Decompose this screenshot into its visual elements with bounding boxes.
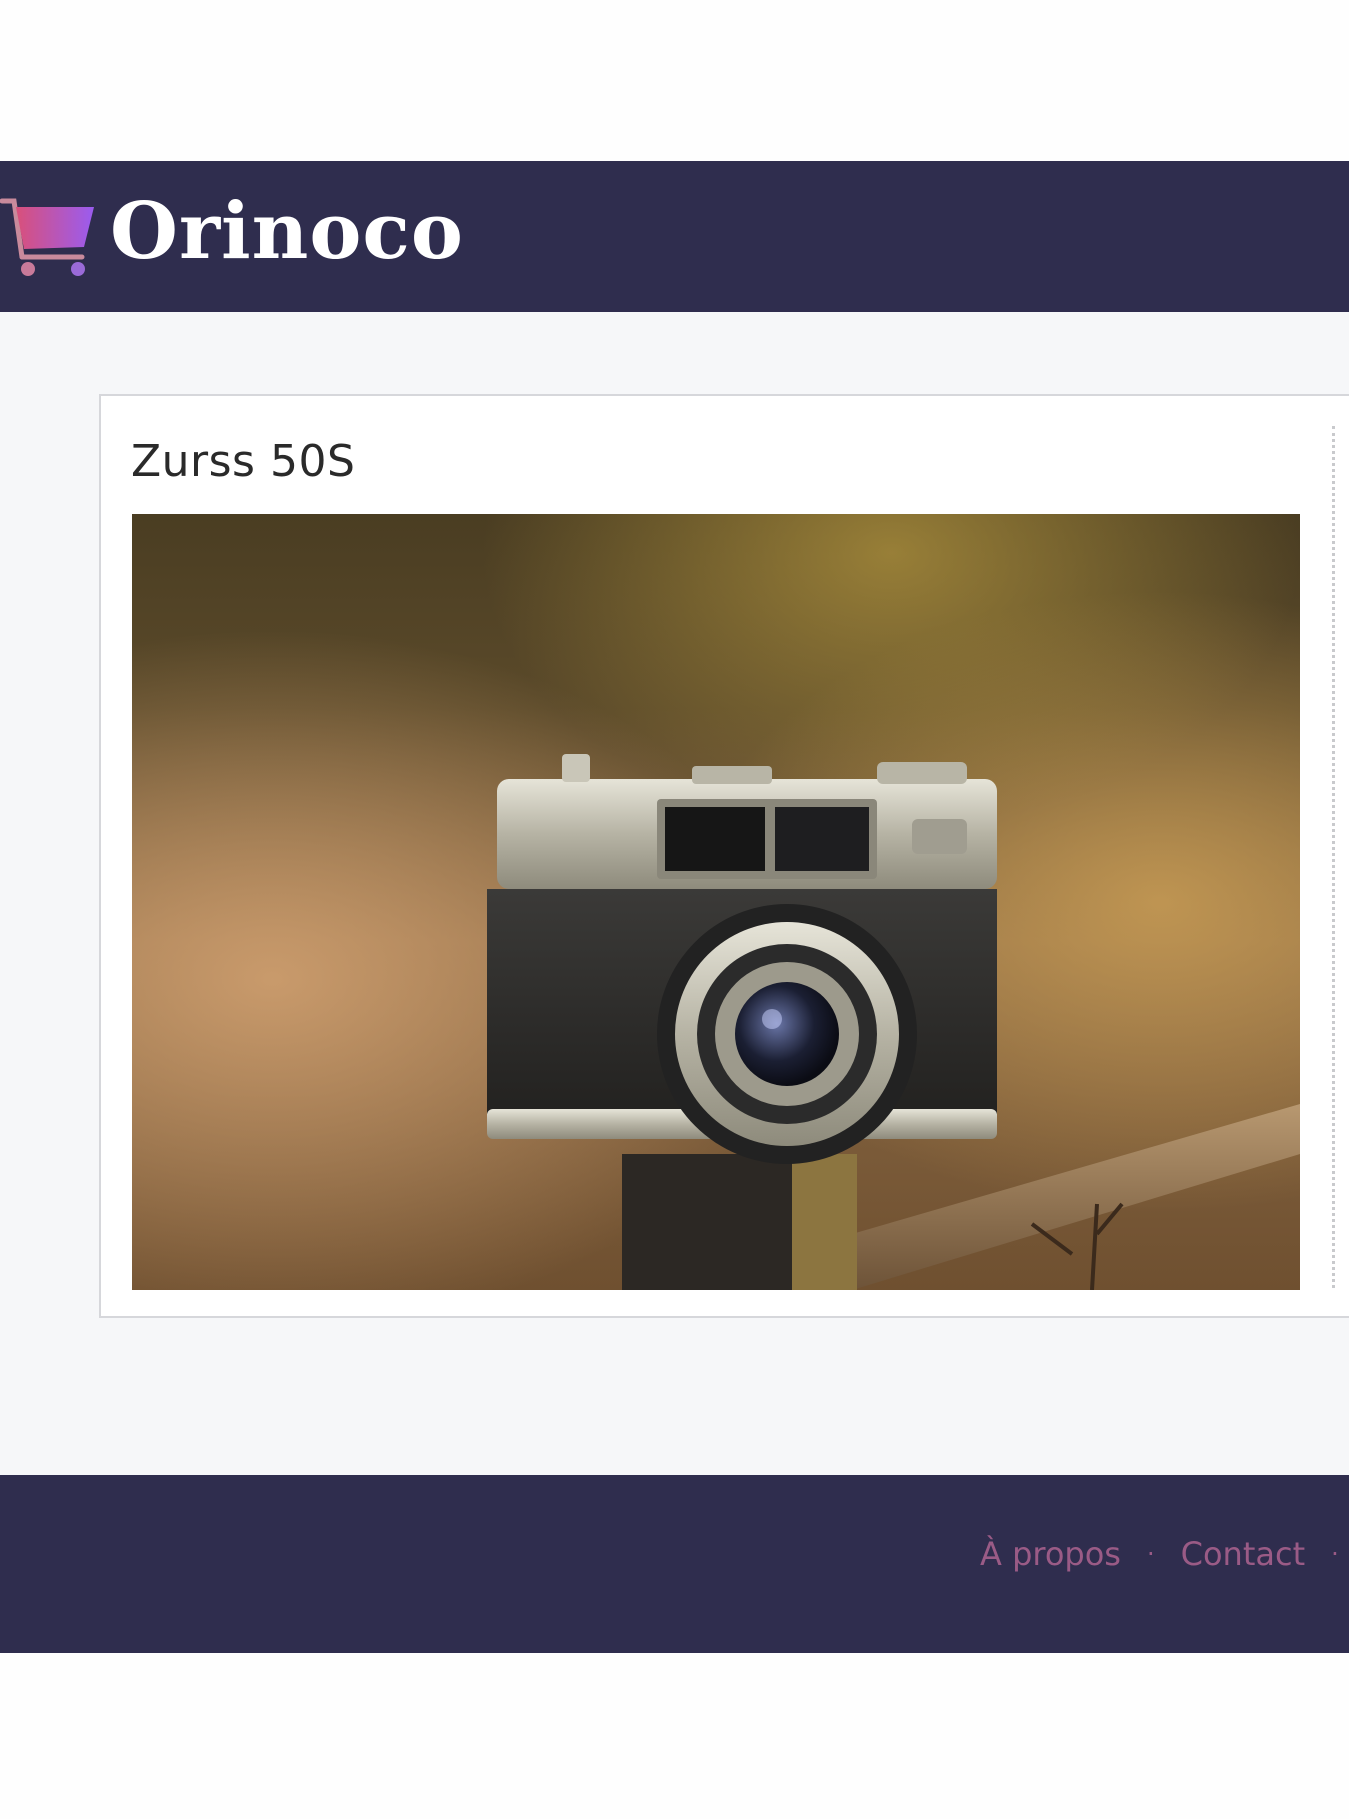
footer-link-contact[interactable]: Contact: [1181, 1535, 1306, 1573]
site-header: Orinoco: [0, 161, 1349, 312]
main-content: Zurss 50S: [0, 312, 1349, 1475]
page: Orinoco Zurss 50S À propos · Contact ·: [0, 0, 1349, 1819]
brand-name: Orinoco: [110, 186, 464, 277]
footer-separator: ·: [1331, 1540, 1339, 1568]
site-footer: À propos · Contact · C: [0, 1475, 1349, 1653]
shopping-cart-icon: [0, 198, 94, 276]
card-divider: [1332, 426, 1335, 1288]
footer-separator: ·: [1146, 1540, 1155, 1568]
footer-nav: À propos · Contact · C: [980, 1535, 1349, 1573]
product-card[interactable]: Zurss 50S: [99, 394, 1349, 1318]
product-title: Zurss 50S: [131, 436, 356, 487]
footer-link-about[interactable]: À propos: [980, 1535, 1121, 1573]
product-image[interactable]: [132, 514, 1300, 1290]
site-logo[interactable]: Orinoco: [0, 191, 464, 281]
